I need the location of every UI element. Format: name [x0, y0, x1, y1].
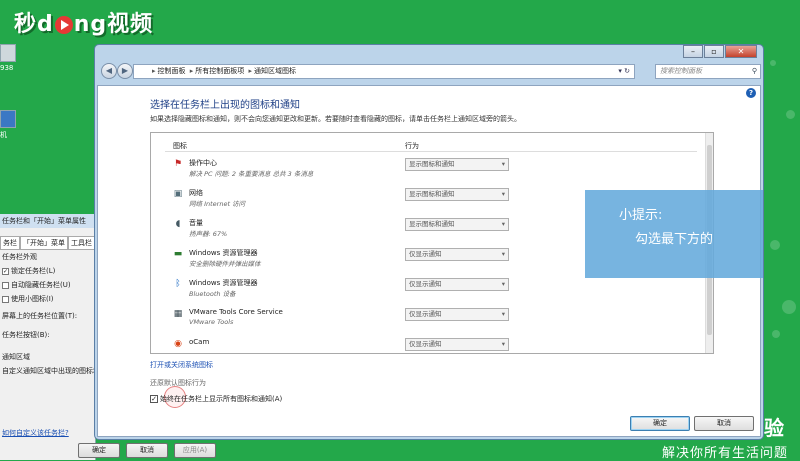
search-input[interactable]: 搜索控制面板 ⚲: [655, 64, 761, 79]
bluetooth-icon: ᛒ: [175, 279, 181, 289]
list-item: ⚑ 操作中心 解决 PC 问题: 2 条重要消息 总共 3 条消息 显示图标和通…: [173, 155, 693, 183]
props-title: 任务栏和「开始」菜单属性: [0, 214, 95, 228]
position-label: 屏幕上的任务栏位置(T):: [2, 312, 78, 320]
ocam-icon: ◉: [174, 339, 182, 349]
title-bar: – ▫ ✕: [95, 45, 763, 61]
list-item: ▦ VMware Tools Core Service VMware Tools…: [173, 305, 693, 333]
checkbox-checked-icon[interactable]: ✓: [2, 267, 9, 275]
checkbox-icon[interactable]: [2, 295, 9, 303]
section-notify: 通知区域: [2, 353, 30, 361]
behavior-select[interactable]: 显示图标和通知: [405, 158, 509, 171]
refresh-icon[interactable]: ▾ ↻: [618, 65, 630, 78]
tab-taskbar[interactable]: 务栏: [0, 236, 20, 250]
network-icon: ▣: [173, 189, 183, 199]
desktop-icon-recycle[interactable]: 938: [0, 44, 16, 72]
page-description: 如果选择隐藏图标和通知，则不会向您通知更改和更新。若要随时查看隐藏的图标，请单击…: [150, 115, 521, 123]
props-apply-button[interactable]: 应用(A): [174, 443, 216, 458]
safely-remove-icon: ▬: [173, 249, 183, 259]
column-icon: 图标: [173, 142, 187, 150]
computer-icon: [0, 110, 16, 128]
list-item: ᛒ Windows 资源管理器 Bluetooth 设备 仅显示通知: [173, 275, 693, 303]
recycle-bin-icon: [0, 44, 16, 62]
crumb-control-panel[interactable]: 控制面板: [158, 67, 186, 75]
watermark-tagline: 解决你所有生活问题: [662, 446, 789, 461]
props-tabs: 务栏 「开始」菜单 工具栏: [0, 236, 95, 250]
search-icon[interactable]: ⚲: [752, 65, 757, 78]
cancel-button[interactable]: 取消: [694, 416, 754, 431]
maximize-icon[interactable]: ▫: [704, 45, 724, 58]
behavior-select[interactable]: 显示图标和通知: [405, 218, 509, 231]
behavior-select[interactable]: 仅显示通知: [405, 308, 509, 321]
list-item: ◉ oCam 仅显示通知: [173, 335, 693, 353]
crumb-all-items[interactable]: 所有控制面板项: [195, 67, 244, 75]
volume-icon: ◖: [175, 219, 181, 229]
tip-title: 小提示:: [619, 208, 663, 223]
help-icon[interactable]: ?: [746, 88, 756, 98]
watermark-side-text: 验: [764, 416, 784, 440]
notify-desc: 自定义通知区域中出现的图标和: [2, 367, 95, 375]
back-icon[interactable]: ◀: [101, 63, 117, 79]
close-icon[interactable]: ✕: [725, 45, 757, 58]
props-ok-button[interactable]: 确定: [78, 443, 120, 458]
option-lock-taskbar[interactable]: ✓ 锁定任务栏(L): [0, 264, 95, 278]
forward-icon[interactable]: ▶: [117, 63, 133, 79]
play-icon: [54, 16, 73, 34]
vmware-icon: ▦: [173, 309, 183, 319]
watermark-logo: 秒d ng视频: [14, 12, 154, 37]
action-center-icon: ⚑: [173, 159, 183, 169]
tip-body: 勾选最下方的: [635, 232, 714, 247]
taskbar-properties-window: 任务栏和「开始」菜单属性 务栏 「开始」菜单 工具栏 任务栏外观 ✓ 锁定任务栏(…: [0, 214, 96, 460]
option-autohide[interactable]: 自动隐藏任务栏(U): [0, 278, 95, 292]
option-small-icons[interactable]: 使用小图标(I): [0, 292, 95, 306]
section-appearance: 任务栏外观: [2, 253, 37, 261]
buttons-label: 任务栏按钮(B):: [2, 331, 50, 339]
behavior-select[interactable]: 仅显示通知: [405, 248, 509, 261]
tip-overlay: 小提示: 勾选最下方的: [585, 190, 763, 278]
tab-start-menu[interactable]: 「开始」菜单: [20, 236, 68, 250]
page-heading: 选择在任务栏上出现的图标和通知: [150, 100, 300, 111]
behavior-select[interactable]: 仅显示通知: [405, 278, 509, 291]
ok-button[interactable]: 确定: [630, 416, 690, 431]
crumb-notification-icons[interactable]: 通知区域图标: [254, 67, 296, 75]
behavior-select[interactable]: 显示图标和通知: [405, 188, 509, 201]
system-icons-link[interactable]: 打开或关闭系统图标: [150, 360, 213, 370]
customize-taskbar-link[interactable]: 如何自定义该任务栏?: [0, 426, 95, 440]
minimize-icon[interactable]: –: [683, 45, 703, 58]
column-behavior: 行为: [405, 142, 419, 150]
tab-toolbars[interactable]: 工具栏: [68, 236, 95, 250]
address-field[interactable]: ▸ 控制面板 ▸ 所有控制面板项 ▸ 通知区域图标 ▾ ↻: [133, 64, 635, 79]
window-controls: – ▫ ✕: [682, 45, 757, 58]
props-cancel-button[interactable]: 取消: [126, 443, 168, 458]
checkbox-icon[interactable]: [2, 281, 9, 289]
always-show-checkbox[interactable]: ✓ 始终在任务栏上显示所有图标和通知(A): [150, 394, 282, 404]
desktop-icon-computer[interactable]: 机: [0, 110, 16, 140]
address-bar-row: ◀ ▶ ▸ 控制面板 ▸ 所有控制面板项 ▸ 通知区域图标 ▾ ↻ 搜索控制面板 ⚲: [95, 61, 763, 83]
checkbox-checked-icon[interactable]: ✓: [150, 395, 158, 403]
behavior-select[interactable]: 仅显示通知: [405, 338, 509, 351]
